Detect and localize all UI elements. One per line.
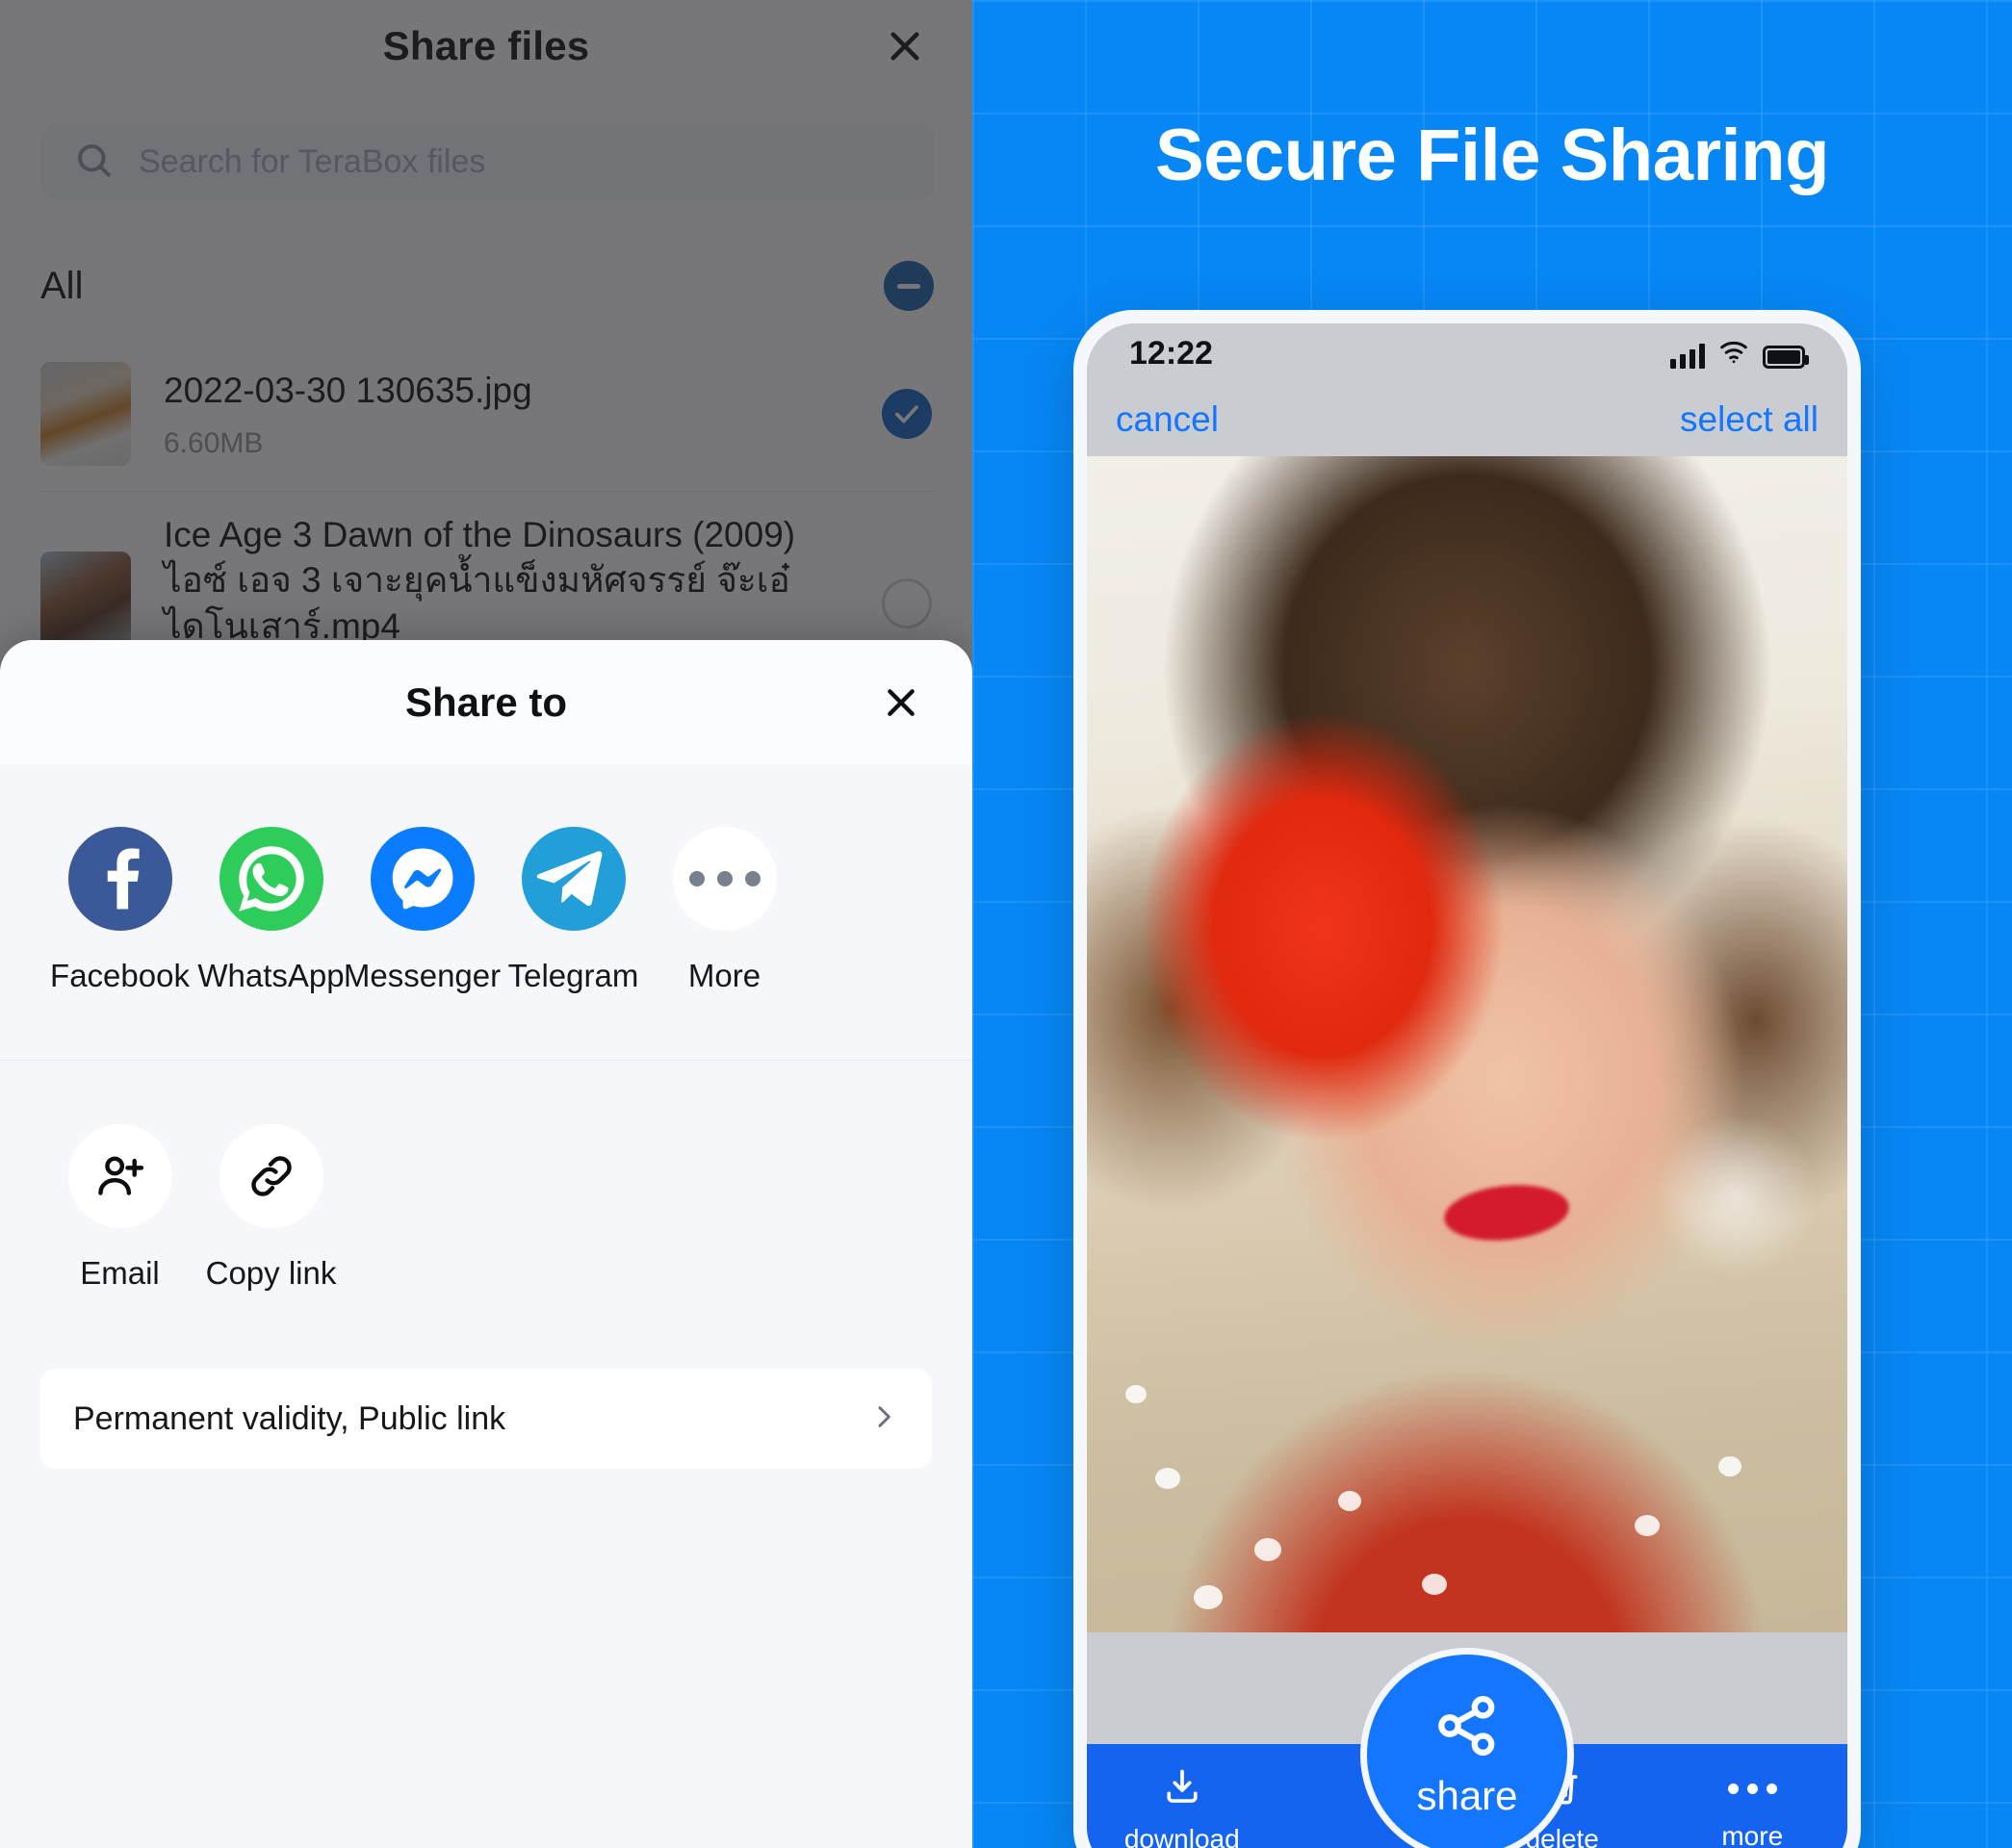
link-validity-row[interactable]: Permanent validity, Public link <box>40 1369 932 1469</box>
download-icon <box>1161 1765 1203 1812</box>
share-target-whatsapp[interactable]: WhatsApp <box>195 827 347 994</box>
photo-detail <box>1441 1178 1572 1246</box>
photo-detail <box>1634 1514 1660 1536</box>
select-all-button[interactable]: select all <box>1680 399 1819 440</box>
share-target-label: Telegram <box>507 958 639 993</box>
share-files-panel: Share files Search for TeraBox files All <box>0 0 972 1848</box>
more-dots-icon <box>672 827 777 931</box>
more-dots-icon <box>1727 1767 1777 1810</box>
battery-full-icon <box>1763 345 1809 369</box>
photo-detail <box>1337 1491 1361 1512</box>
share-label: share <box>1416 1772 1518 1818</box>
photo-detail <box>1193 1585 1223 1610</box>
share-target-label: More <box>687 958 761 993</box>
messenger-icon <box>370 827 475 931</box>
wifi-icon <box>1718 339 1749 369</box>
download-button[interactable]: download <box>1087 1765 1277 1848</box>
whatsapp-icon <box>219 827 323 931</box>
share-button[interactable]: share <box>1360 1648 1574 1848</box>
phone-mockup: 12:22 cancel select all download delete … <box>1073 310 1861 1848</box>
share-target-label: Facebook <box>50 958 190 993</box>
share-target-facebook[interactable]: Facebook <box>44 827 195 994</box>
share-target-more[interactable]: More <box>649 827 800 994</box>
share-target-label: WhatsApp <box>197 958 345 993</box>
share-actions-row: Email Copy link <box>44 1124 972 1292</box>
facebook-icon <box>67 827 172 931</box>
share-target-messenger[interactable]: Messenger <box>343 827 502 994</box>
photo-detail <box>1124 1385 1147 1404</box>
share-to-header: Share to <box>0 640 972 765</box>
chevron-right-icon <box>868 1401 899 1437</box>
promo-panel: Secure File Sharing 12:22 cancel select … <box>972 0 2012 1848</box>
share-actions-section: Email Copy link <box>0 1061 972 1348</box>
cellular-signal-icon <box>1670 343 1705 369</box>
selected-photo[interactable] <box>1087 456 1847 1632</box>
share-apps-row: Facebook WhatsApp Messenger Telegram Mor… <box>44 827 972 994</box>
cancel-button[interactable]: cancel <box>1116 399 1219 440</box>
photo-detail <box>1253 1538 1281 1562</box>
share-action-copy-link[interactable]: Copy link <box>195 1124 347 1292</box>
status-time: 12:22 <box>1129 334 1213 372</box>
share-action-email[interactable]: Email <box>44 1124 195 1292</box>
share-to-title: Share to <box>404 680 568 725</box>
download-label: download <box>1123 1823 1240 1848</box>
share-to-sheet: Share to Facebook WhatsApp Messenger Tel… <box>0 640 972 1848</box>
share-target-telegram[interactable]: Telegram <box>498 827 649 994</box>
share-apps-section: Facebook WhatsApp Messenger Telegram Mor… <box>0 765 972 1060</box>
share-action-label: Email <box>80 1255 160 1291</box>
phone-screen: 12:22 cancel select all download delete … <box>1087 323 1847 1848</box>
photo-detail <box>1421 1573 1447 1595</box>
share-target-label: Messenger <box>343 958 502 993</box>
link-validity-label: Permanent validity, Public link <box>73 1399 506 1437</box>
hero-title: Secure File Sharing <box>1154 115 1830 196</box>
more-label: more <box>1721 1821 1784 1848</box>
close-icon[interactable] <box>876 678 926 728</box>
share-action-label: Copy link <box>205 1255 337 1291</box>
photo-detail <box>1655 1115 1819 1279</box>
telegram-icon <box>521 827 626 931</box>
status-bar: 12:22 <box>1087 323 1847 383</box>
share-nodes-icon <box>1432 1691 1502 1765</box>
photo-detail <box>1155 1467 1181 1489</box>
photo-nav-bar: cancel select all <box>1087 383 1847 456</box>
person-add-icon <box>67 1124 172 1228</box>
more-button[interactable]: more <box>1658 1767 1848 1848</box>
screenshot-stage: Share files Search for TeraBox files All <box>0 0 2012 1848</box>
status-icons <box>1670 339 1809 369</box>
link-icon <box>219 1124 323 1228</box>
photo-detail <box>1717 1455 1741 1476</box>
